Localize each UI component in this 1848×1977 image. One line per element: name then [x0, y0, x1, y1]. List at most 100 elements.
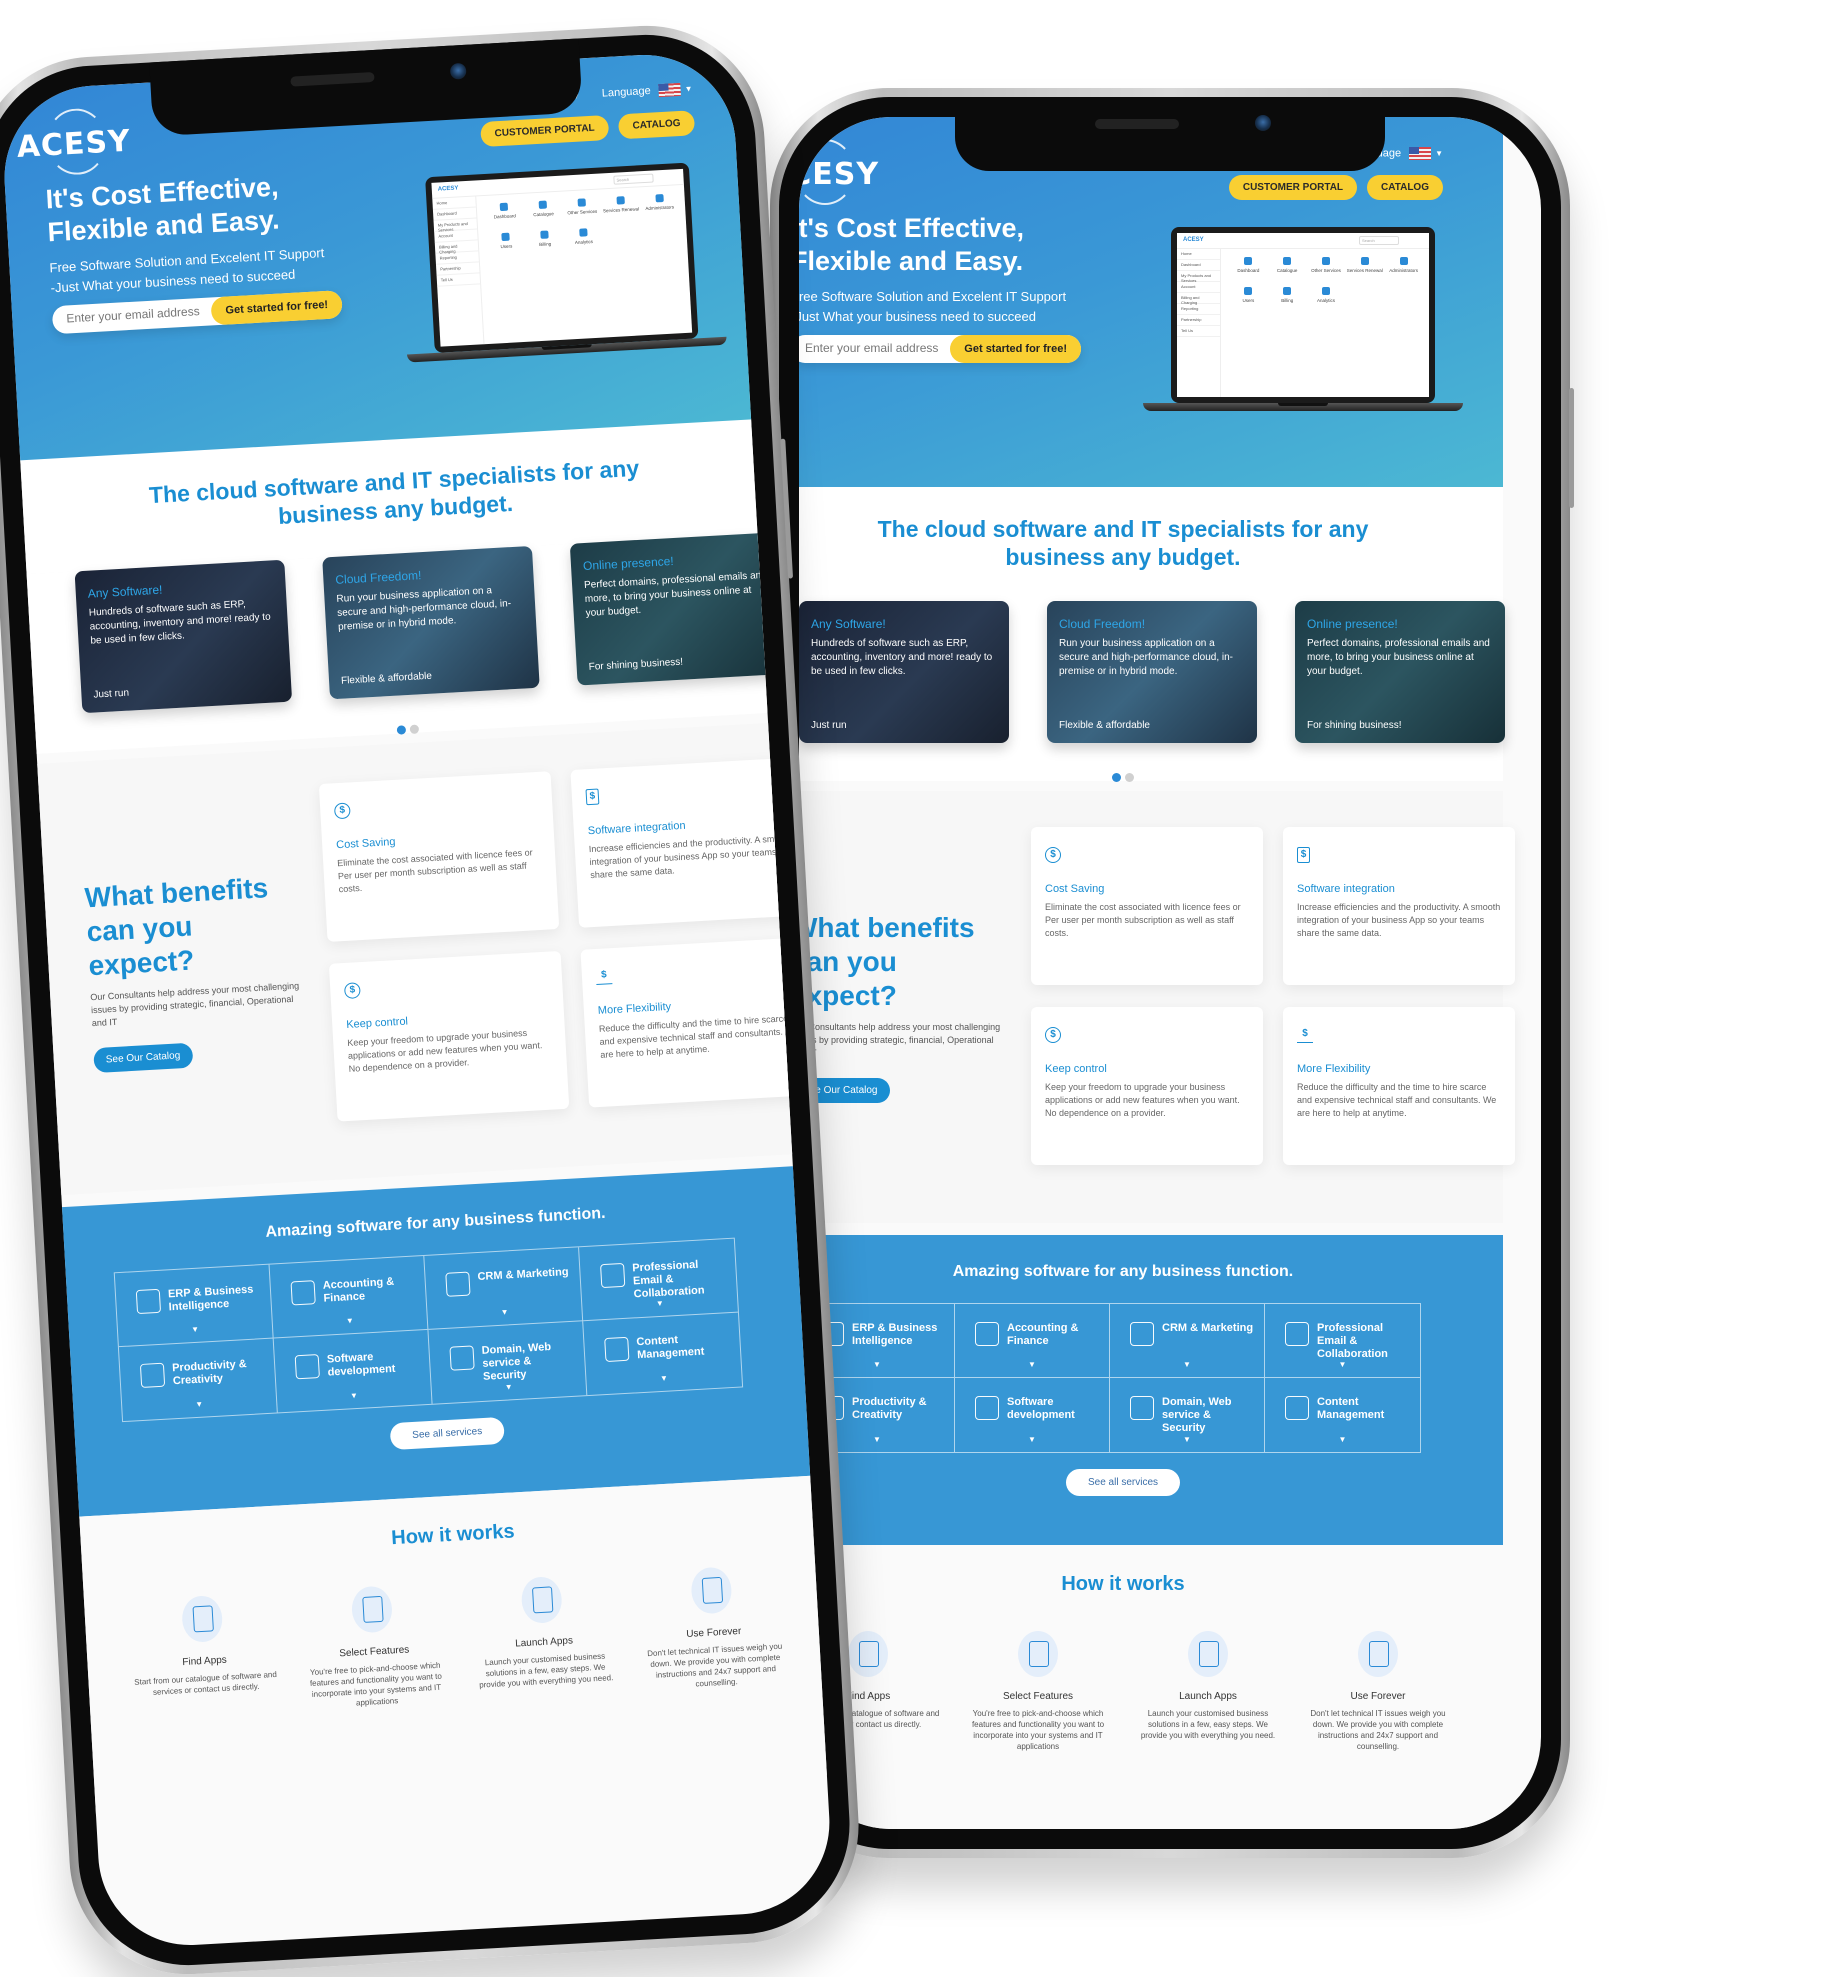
service-category[interactable]: Content Management ▼ [1265, 1378, 1420, 1452]
tile-label: Administrators [1389, 268, 1418, 273]
catalog-button[interactable]: CATALOG [1367, 175, 1443, 200]
caret-down-icon: ▼ [190, 1324, 200, 1335]
benefit-card-title: More Flexibility [1297, 1063, 1371, 1075]
hero-title: It's Cost Effective, Flexible and Easy. [799, 213, 1024, 276]
dashboard-tile: Administrators [1384, 257, 1423, 273]
benefit-card: $ More Flexibility Reduce the difficulty a… [1283, 1007, 1515, 1165]
service-category[interactable]: Accounting & Finance ▼ [269, 1255, 429, 1339]
promo-card[interactable]: Any Software! Hundreds of software such a… [799, 601, 1009, 743]
hero-title: It's Cost Effective, Flexible and Easy. [44, 171, 281, 248]
service-category[interactable]: Content Management ▼ [583, 1313, 742, 1396]
see-all-services-button[interactable]: See all services [389, 1416, 505, 1451]
dashboard-sidebar-item: Dashboard [1177, 260, 1220, 271]
invoice-icon: $ [585, 788, 600, 806]
dashboard-logo: ACESY [1183, 237, 1204, 243]
service-category[interactable]: Software development ▼ [955, 1378, 1110, 1452]
search-phone-icon [848, 1631, 888, 1677]
customer-portal-button[interactable]: CUSTOMER PORTAL [1228, 175, 1358, 200]
service-category[interactable]: Software development ▼ [273, 1329, 433, 1413]
tile-icon [1283, 257, 1292, 265]
service-label: ERP & Business Intelligence [167, 1283, 254, 1314]
caret-down-icon: ▼ [1338, 1435, 1347, 1444]
service-category[interactable]: Productivity & Creativity ▼ [118, 1338, 278, 1422]
carousel-dot[interactable] [1112, 773, 1121, 782]
caret-down-icon: ▼ [873, 1435, 881, 1444]
how-step-description: Launch your customised business solution… [478, 1651, 614, 1690]
see-all-services-button[interactable]: See all services [1065, 1469, 1181, 1496]
service-category[interactable]: Domain, Web service & Security ▼ [428, 1321, 588, 1404]
service-category[interactable]: CRM & Marketing ▼ [424, 1247, 584, 1330]
see-catalog-button[interactable]: See Our Catalog [93, 1042, 193, 1074]
language-menu[interactable]: Language ▼ [601, 82, 693, 100]
promo-carousel: Any Software! Hundreds of software such a… [799, 601, 1505, 782]
promo-card[interactable]: Any Software! Hundreds of software such a… [74, 559, 293, 714]
app-grid-icon [1018, 1631, 1058, 1677]
how-step-description: Don't let technical IT issues weigh you … [646, 1641, 783, 1689]
service-category[interactable]: Domain, Web service & Security ▼ [1110, 1378, 1265, 1452]
services-title: Amazing software for any business functi… [952, 1263, 1294, 1280]
phone-bezel: ACESY Register▼ Language▼ CUSTOMER PORTA… [779, 97, 1561, 1849]
carousel-dot[interactable] [396, 725, 407, 735]
get-started-button[interactable]: Get started for free! [210, 290, 343, 326]
caret-down-icon: ▼ [504, 1382, 513, 1392]
dashboard-tiles: Dashboard Catalogue Other Services Services… [1229, 257, 1423, 303]
acesy-logo[interactable]: ACESY [15, 106, 132, 182]
promo-card-title: Online presence! [1307, 617, 1398, 631]
caret-down-icon: ▼ [1028, 1435, 1036, 1444]
team-gear-icon [1285, 1396, 1309, 1420]
language-label: Language [601, 84, 652, 100]
promo-card[interactable]: Online presence! Perfect domains, profess… [1295, 601, 1505, 743]
service-category[interactable]: ERP & Business Intelligence ▼ [114, 1264, 274, 1348]
promo-card[interactable]: Cloud Freedom! Run your business applicat… [322, 545, 540, 700]
bar-chart-icon [135, 1288, 162, 1315]
team-gear-icon [604, 1336, 630, 1363]
calculator-icon [290, 1280, 316, 1306]
carousel-dot[interactable] [1125, 773, 1134, 782]
tile-label: Services Renewal [1346, 268, 1383, 273]
tile-icon [616, 196, 625, 205]
dashboard-tile: Catalogue [523, 200, 563, 218]
how-step-description: Don't let technical IT issues weigh you … [1310, 1709, 1446, 1751]
acesy-logo[interactable]: ACESY [799, 139, 878, 209]
hero-subtitle: Free Software Solution and Excelent IT S… [799, 287, 1131, 327]
service-label: Productivity & Creativity [852, 1396, 927, 1421]
promo-card-description: Run your business application on a secur… [336, 585, 512, 633]
dashboard-sidebar-item: Tell Us [436, 273, 481, 287]
dashboard-tile: Users [486, 232, 526, 250]
carousel-dot[interactable] [409, 724, 420, 734]
customer-portal-button[interactable]: CUSTOMER PORTAL [479, 114, 610, 148]
promo-card-description: Perfect domains, professional emails and… [583, 569, 768, 619]
promo-card[interactable]: Online presence! Perfect domains, profess… [569, 532, 788, 686]
tile-icon [577, 198, 586, 207]
tile-label: Other Services [567, 208, 598, 216]
service-category[interactable]: Professional Email & Collaboration ▼ [1265, 1304, 1420, 1378]
app-grid-icon [350, 1585, 394, 1634]
dashboard-tile: Services Renewal [601, 195, 641, 213]
service-category[interactable]: CRM & Marketing ▼ [1110, 1304, 1265, 1378]
email-input[interactable] [66, 302, 227, 326]
service-label: ERP & Business Intelligence [852, 1322, 938, 1347]
get-started-button[interactable]: Get started for free! [950, 335, 1081, 363]
service-category[interactable]: Accounting & Finance ▼ [955, 1304, 1110, 1378]
dollar-circle-icon: $ [333, 802, 351, 820]
monitor-code-icon [975, 1396, 999, 1420]
front-camera-icon [1255, 115, 1271, 131]
promo-card-description: Run your business application on a secur… [1059, 638, 1233, 677]
service-category[interactable]: Professional Email & Collaboration ▼ [579, 1238, 738, 1322]
how-step-description: You're free to pick-and-choose which fea… [971, 1709, 1105, 1751]
tile-icon [540, 230, 549, 239]
laptop-screen: ACESY Search Home Dashboard My Products an… [425, 162, 699, 353]
benefit-card: $ Cost Saving Eliminate the cost associate… [318, 771, 560, 942]
email-input[interactable] [805, 341, 965, 355]
benefit-cards: $ Cost Saving Eliminate the cost associate… [1031, 827, 1515, 1165]
tile-label: Dashboard [1237, 268, 1260, 273]
catalog-button[interactable]: CATALOG [617, 110, 696, 140]
promo-card[interactable]: Cloud Freedom! Run your business applicat… [1047, 601, 1257, 743]
dashboard-tile: Services Renewal [1345, 257, 1384, 273]
laptop-mockup: ACESY Search Home Dashboard My Products an… [1143, 227, 1463, 427]
hero-section: ACESY Register▼ Language▼ CUSTOMER PORTA… [799, 117, 1503, 487]
benefit-card: $ Software integration Increase efficienci… [1283, 827, 1515, 985]
phone-notch [955, 97, 1385, 171]
benefit-card-description: Eliminate the cost associated with licen… [336, 847, 533, 895]
phone-screen: ACESY Register▼ Language▼ CUSTOMER PORTA… [799, 117, 1541, 1829]
